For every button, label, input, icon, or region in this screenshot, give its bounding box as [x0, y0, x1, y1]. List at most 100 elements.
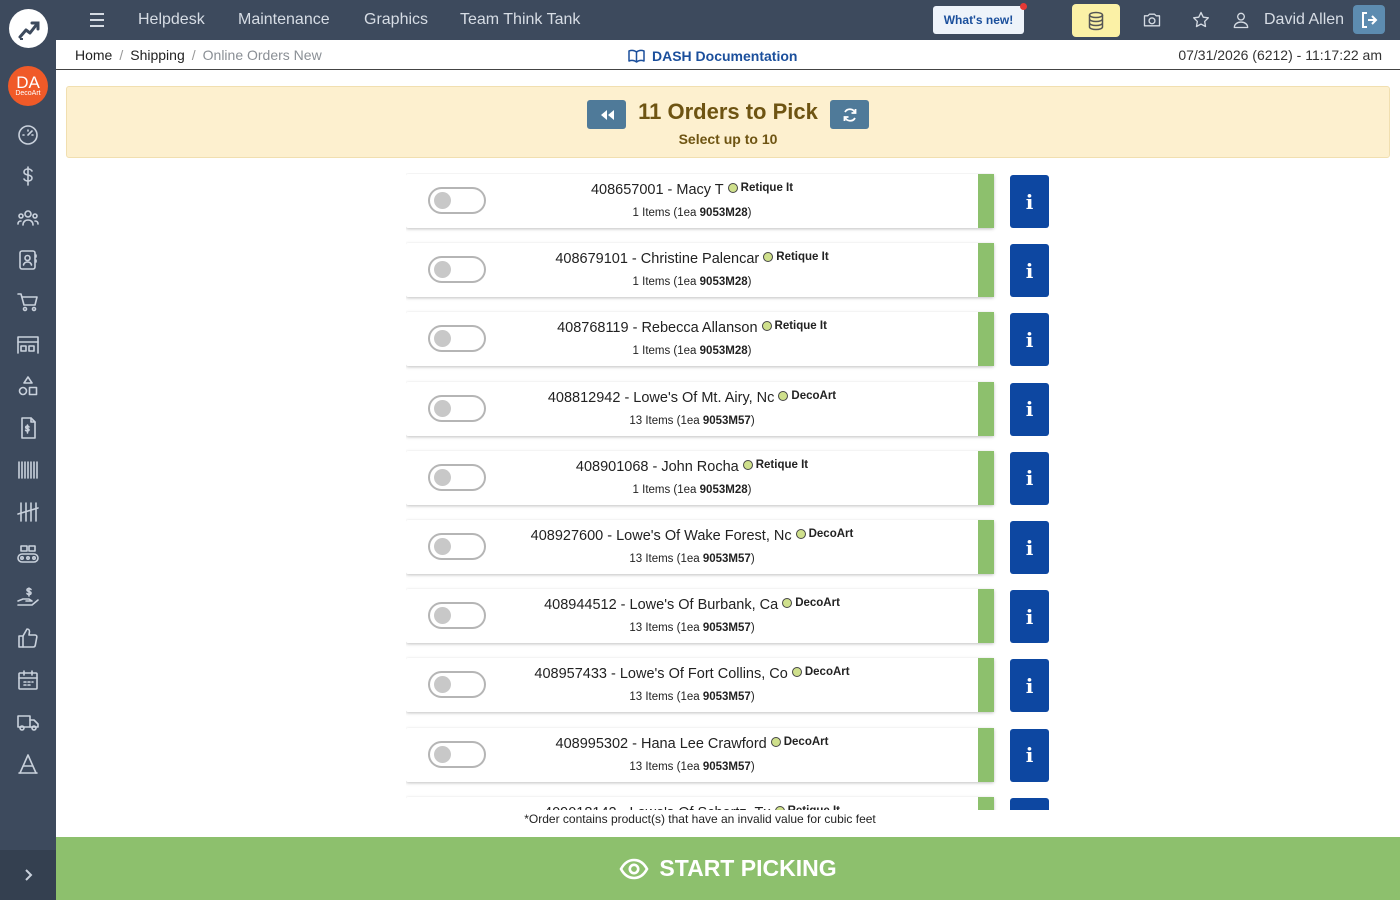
user-name[interactable]: David Allen: [1264, 11, 1344, 29]
items-count: 13 Items (1ea: [629, 553, 703, 565]
order-card[interactable]: 408768119 - Rebecca Allanson Retique It 1 …: [406, 312, 994, 367]
menu-icon[interactable]: [86, 10, 108, 30]
order-title: 408995302 - Hana Lee Crawford DecoArt: [406, 736, 978, 752]
info-icon: i: [1025, 535, 1034, 560]
item-sku: 9053M28: [699, 483, 748, 496]
warehouse-icon[interactable]: [14, 330, 42, 358]
book-icon: [628, 49, 645, 63]
invoice-icon[interactable]: [14, 414, 42, 442]
avatar[interactable]: DA DecoArt: [8, 66, 48, 106]
star-icon[interactable]: [1189, 8, 1213, 32]
info-button[interactable]: i: [1010, 382, 1049, 436]
conveyor-icon[interactable]: [14, 540, 42, 568]
thumbs-up-icon[interactable]: [14, 624, 42, 652]
database-button[interactable]: [1072, 4, 1120, 37]
nav-maintenance[interactable]: Maintenance: [238, 11, 330, 29]
order-card[interactable]: 408679101 - Christine Palencar Retique It…: [406, 243, 994, 298]
letter-a-icon[interactable]: [14, 750, 42, 778]
nav-helpdesk[interactable]: Helpdesk: [138, 11, 205, 29]
info-button[interactable]: i: [1010, 590, 1049, 644]
brand-dot-icon: [770, 736, 781, 747]
order-card[interactable]: 408957433 - Lowe's Of Fort Collins, Co De…: [406, 658, 994, 713]
refresh-button[interactable]: [830, 100, 869, 129]
users-icon[interactable]: [14, 204, 42, 232]
sidebar-expand-button[interactable]: [0, 850, 56, 900]
info-button[interactable]: i: [1010, 728, 1049, 782]
orders-header-banner: 11 Orders to Pick Select up to 10: [66, 86, 1390, 158]
order-row: 408812942 - Lowe's Of Mt. Airy, Nc DecoAr…: [406, 381, 1066, 436]
order-card[interactable]: 408944512 - Lowe's Of Burbank, Ca DecoArt…: [406, 589, 994, 644]
order-number-customer: 408927600 - Lowe's Of Wake Forest, Nc: [530, 528, 792, 544]
order-items: 1 Items (1ea 9053M28): [406, 484, 978, 496]
items-count: 1 Items (1ea: [632, 483, 700, 496]
order-items: 1 Items (1ea 9053M28): [406, 207, 978, 219]
brand-tag: DecoArt: [770, 736, 828, 748]
breadcrumb-current: Online Orders New: [202, 47, 322, 63]
order-card[interactable]: 408995302 - Hana Lee Crawford DecoArt 13 I…: [406, 727, 994, 782]
order-card[interactable]: 409018142 - Lowe's Of Schertz, Tx Retique…: [406, 796, 994, 810]
info-icon: i: [1025, 673, 1034, 698]
dollar-icon[interactable]: [14, 162, 42, 190]
items-count: 13 Items (1ea: [629, 691, 703, 704]
truck-icon[interactable]: [14, 708, 42, 736]
calendar-icon[interactable]: [14, 666, 42, 694]
logout-icon: [1362, 11, 1378, 28]
brand-dot-icon: [761, 321, 772, 332]
info-button[interactable]: i: [1010, 521, 1049, 574]
item-sku: 9053M57: [702, 553, 751, 565]
order-card[interactable]: 408927600 - Lowe's Of Wake Forest, Nc Dec…: [406, 520, 994, 574]
tally-icon[interactable]: [14, 498, 42, 526]
contacts-icon[interactable]: [14, 246, 42, 274]
cart-icon[interactable]: [14, 288, 42, 316]
camera-icon[interactable]: [1140, 8, 1164, 32]
breadcrumb: Home / Shipping / Online Orders New: [75, 47, 322, 63]
hand-dollar-icon[interactable]: [14, 582, 42, 610]
item-sku: 9053M57: [702, 760, 751, 773]
nav-team-think-tank[interactable]: Team Think Tank: [460, 11, 580, 29]
info-button[interactable]: i: [1010, 244, 1049, 298]
brand-label: Retique It: [740, 182, 794, 194]
order-number-customer: 409018142 - Lowe's Of Schertz, Tx: [544, 805, 771, 810]
brand-label: Retique It: [774, 320, 827, 333]
order-card[interactable]: 408657001 - Macy T Retique It 1 Items (1ea…: [406, 174, 994, 228]
dashboard-icon[interactable]: [14, 121, 42, 149]
breadcrumb-home[interactable]: Home: [75, 47, 112, 63]
brand-label: DecoArt: [795, 597, 840, 610]
items-close: ): [747, 483, 752, 496]
order-card[interactable]: 408812942 - Lowe's Of Mt. Airy, Nc DecoAr…: [406, 381, 994, 436]
info-button[interactable]: i: [1010, 797, 1049, 810]
order-number-customer: 408901068 - John Rocha: [575, 458, 739, 475]
info-button[interactable]: i: [1010, 659, 1049, 713]
user-icon[interactable]: [1229, 8, 1253, 32]
items-close: ): [747, 207, 752, 219]
status-bar: [978, 589, 994, 644]
nav-graphics[interactable]: Graphics: [364, 11, 428, 29]
order-card[interactable]: 408901068 - John Rocha Retique It 1 Items …: [406, 450, 994, 505]
logout-button[interactable]: [1353, 5, 1385, 34]
item-sku: 9053M57: [702, 622, 751, 635]
barcode-icon[interactable]: [14, 456, 42, 484]
chevron-right-icon: [25, 869, 33, 881]
info-button[interactable]: i: [1010, 451, 1049, 505]
brand-tag: Retique It: [727, 182, 794, 194]
info-button[interactable]: i: [1010, 175, 1049, 228]
shapes-icon[interactable]: [14, 372, 42, 400]
banner-subtitle: Select up to 10: [678, 131, 778, 147]
brand-label: Retique It: [755, 458, 809, 471]
brand-dot-icon: [778, 390, 789, 401]
order-number-customer: 408812942 - Lowe's Of Mt. Airy, Nc: [547, 389, 775, 406]
app-logo[interactable]: [9, 9, 48, 48]
order-number-customer: 408768119 - Rebecca Allanson: [557, 320, 758, 337]
status-bar: [978, 796, 994, 810]
order-items: 13 Items (1ea 9053M57): [406, 553, 978, 565]
whats-new-button[interactable]: What's new!: [933, 3, 1027, 34]
breadcrumb-shipping[interactable]: Shipping: [130, 47, 185, 63]
documentation-link[interactable]: DASH Documentation: [628, 48, 797, 64]
brand-tag: DecoArt: [778, 390, 836, 402]
order-title: 408957433 - Lowe's Of Fort Collins, Co De…: [406, 666, 978, 682]
info-button[interactable]: i: [1010, 313, 1049, 367]
start-picking-button[interactable]: START PICKING: [56, 837, 1400, 900]
info-icon: i: [1025, 189, 1034, 214]
chart-logo-icon: [18, 21, 39, 40]
order-row: 408944512 - Lowe's Of Burbank, Ca DecoArt…: [406, 589, 1066, 644]
